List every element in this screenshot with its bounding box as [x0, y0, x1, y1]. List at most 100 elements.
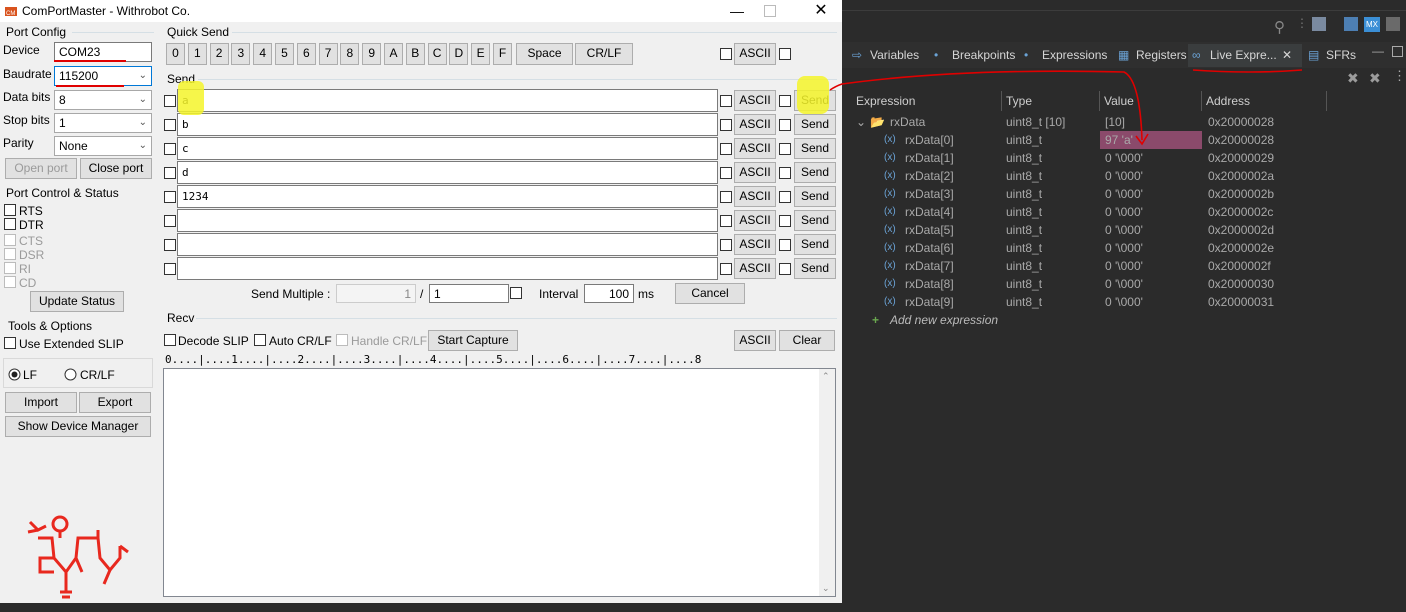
- send-row-hex-checkbox[interactable]: [164, 119, 176, 131]
- add-icon[interactable]: +: [872, 311, 879, 329]
- send-row-hex-checkbox[interactable]: [164, 191, 176, 203]
- send-row-ascii-checkbox[interactable]: [720, 239, 732, 251]
- quick-send-key-button[interactable]: 7: [318, 43, 338, 65]
- quick-send-key-button[interactable]: 9: [362, 43, 382, 65]
- send-row-send-checkbox[interactable]: [779, 263, 791, 275]
- column-header-address[interactable]: Address: [1202, 91, 1327, 111]
- maximize-view-icon[interactable]: [1392, 46, 1403, 57]
- send-row-ascii-checkbox[interactable]: [720, 167, 732, 179]
- send-row-ascii-checkbox[interactable]: [720, 95, 732, 107]
- quick-send-key-button[interactable]: 4: [253, 43, 273, 65]
- send-row-ascii-button[interactable]: ASCII: [734, 162, 776, 183]
- quick-send-ascii-button[interactable]: ASCII: [734, 43, 776, 65]
- send-row-field[interactable]: [177, 209, 718, 232]
- send-row-send-checkbox[interactable]: [779, 191, 791, 203]
- send-row-send-button[interactable]: Send: [794, 114, 836, 135]
- quick-send-key-button[interactable]: A: [384, 43, 403, 65]
- send-row-send-button[interactable]: Send: [794, 234, 836, 255]
- send-row-send-button[interactable]: Send: [794, 258, 836, 279]
- expression-name[interactable]: rxData[5]: [905, 221, 954, 239]
- send-row-ascii-button[interactable]: ASCII: [734, 258, 776, 279]
- update-status-button[interactable]: Update Status: [30, 291, 124, 312]
- send-row-ascii-checkbox[interactable]: [720, 143, 732, 155]
- expression-value[interactable]: 0 '\000': [1105, 185, 1143, 203]
- dtr-checkbox[interactable]: [4, 218, 16, 230]
- send-row-hex-checkbox[interactable]: [164, 239, 176, 251]
- show-device-manager-button[interactable]: Show Device Manager: [5, 416, 151, 437]
- quick-send-key-button[interactable]: 0: [166, 43, 185, 65]
- scroll-down-icon[interactable]: ⌄: [822, 583, 830, 594]
- minimize-icon[interactable]: —: [722, 0, 752, 22]
- expression-value[interactable]: 97 'a': [1105, 131, 1133, 149]
- send-row-hex-checkbox[interactable]: [164, 167, 176, 179]
- quick-send-hex-checkbox[interactable]: [720, 48, 732, 60]
- close-icon[interactable]: ✕: [806, 0, 836, 22]
- send-row-hex-checkbox[interactable]: [164, 143, 176, 155]
- expression-name[interactable]: rxData[1]: [905, 149, 954, 167]
- send-row-send-checkbox[interactable]: [779, 119, 791, 131]
- send-row-ascii-checkbox[interactable]: [720, 119, 732, 131]
- send-row-hex-checkbox[interactable]: [164, 215, 176, 227]
- quick-send-key-button[interactable]: 5: [275, 43, 294, 65]
- expression-name[interactable]: rxData[0]: [905, 131, 954, 149]
- crlf-radio[interactable]: [64, 368, 77, 381]
- send-row-ascii-button[interactable]: ASCII: [734, 138, 776, 159]
- expression-name[interactable]: rxData[9]: [905, 293, 954, 311]
- quick-send-key-button[interactable]: B: [405, 43, 425, 65]
- send-row-field[interactable]: [177, 257, 718, 280]
- mx-icon[interactable]: MX: [1364, 17, 1380, 32]
- send-row-field[interactable]: b: [177, 113, 718, 136]
- column-header-value[interactable]: Value: [1100, 91, 1202, 111]
- tab-breakpoints[interactable]: Breakpoints: [952, 46, 1015, 66]
- debug-perspective-icon[interactable]: [1344, 17, 1358, 31]
- lf-radio[interactable]: [8, 368, 21, 381]
- scroll-up-icon[interactable]: ⌃: [822, 371, 830, 382]
- clear-button[interactable]: Clear: [779, 330, 835, 351]
- quick-send-space-button[interactable]: Space: [516, 43, 573, 65]
- maximize-icon[interactable]: [764, 5, 776, 17]
- send-row-field[interactable]: a: [177, 89, 718, 112]
- tab-live-expre[interactable]: Live Expre...: [1210, 46, 1277, 66]
- view-menu-icon[interactable]: ⋮: [1393, 68, 1406, 84]
- recv-scrollbar[interactable]: ⌃ ⌄: [819, 369, 835, 596]
- tab-sfrs[interactable]: SFRs: [1326, 46, 1356, 66]
- baudrate-select[interactable]: 115200 ⌄: [54, 66, 152, 86]
- search-icon[interactable]: ⚲: [1274, 18, 1285, 36]
- send-row-send-button[interactable]: Send: [794, 162, 836, 183]
- tab-registers[interactable]: Registers: [1136, 46, 1187, 66]
- send-row-send-button[interactable]: Send: [794, 186, 836, 207]
- quick-send-key-button[interactable]: C: [427, 43, 447, 65]
- remove-expression-icon[interactable]: ✖: [1347, 70, 1359, 87]
- column-header-expression[interactable]: Expression: [852, 91, 1002, 111]
- send-row-field[interactable]: d: [177, 161, 718, 184]
- send-row-ascii-checkbox[interactable]: [720, 263, 732, 275]
- send-row-ascii-button[interactable]: ASCII: [734, 210, 776, 231]
- databits-select[interactable]: 8 ⌄: [54, 90, 152, 110]
- send-row-ascii-button[interactable]: ASCII: [734, 234, 776, 255]
- send-row-ascii-checkbox[interactable]: [720, 215, 732, 227]
- remove-all-icon[interactable]: ✖: [1369, 70, 1381, 87]
- close-tab-icon[interactable]: ✕: [1282, 46, 1292, 66]
- expression-value[interactable]: 0 '\000': [1105, 221, 1143, 239]
- send-row-field[interactable]: c: [177, 137, 718, 160]
- send-row-send-checkbox[interactable]: [779, 167, 791, 179]
- quick-send-key-button[interactable]: E: [471, 43, 491, 65]
- expression-value[interactable]: 0 '\000': [1105, 149, 1143, 167]
- quick-send-key-button[interactable]: 8: [340, 43, 360, 65]
- add-new-expression[interactable]: Add new expression: [890, 311, 998, 329]
- minimize-view-icon[interactable]: —: [1372, 44, 1384, 58]
- expression-value[interactable]: 0 '\000': [1105, 257, 1143, 275]
- start-capture-button[interactable]: Start Capture: [428, 330, 518, 351]
- device-field[interactable]: COM23: [54, 42, 152, 62]
- expression-name[interactable]: rxData[2]: [905, 167, 954, 185]
- export-button[interactable]: Export: [79, 392, 151, 413]
- quick-send-key-button[interactable]: 6: [296, 43, 316, 65]
- quick-send-key-button[interactable]: 2: [209, 43, 229, 65]
- open-port-button[interactable]: Open port: [5, 158, 77, 179]
- send-row-field[interactable]: 1234: [177, 185, 718, 208]
- column-header-type[interactable]: Type: [1002, 91, 1100, 111]
- expression-name[interactable]: rxData[8]: [905, 275, 954, 293]
- send-row-hex-checkbox[interactable]: [164, 95, 176, 107]
- send-row-send-checkbox[interactable]: [779, 95, 791, 107]
- expression-name[interactable]: rxData[6]: [905, 239, 954, 257]
